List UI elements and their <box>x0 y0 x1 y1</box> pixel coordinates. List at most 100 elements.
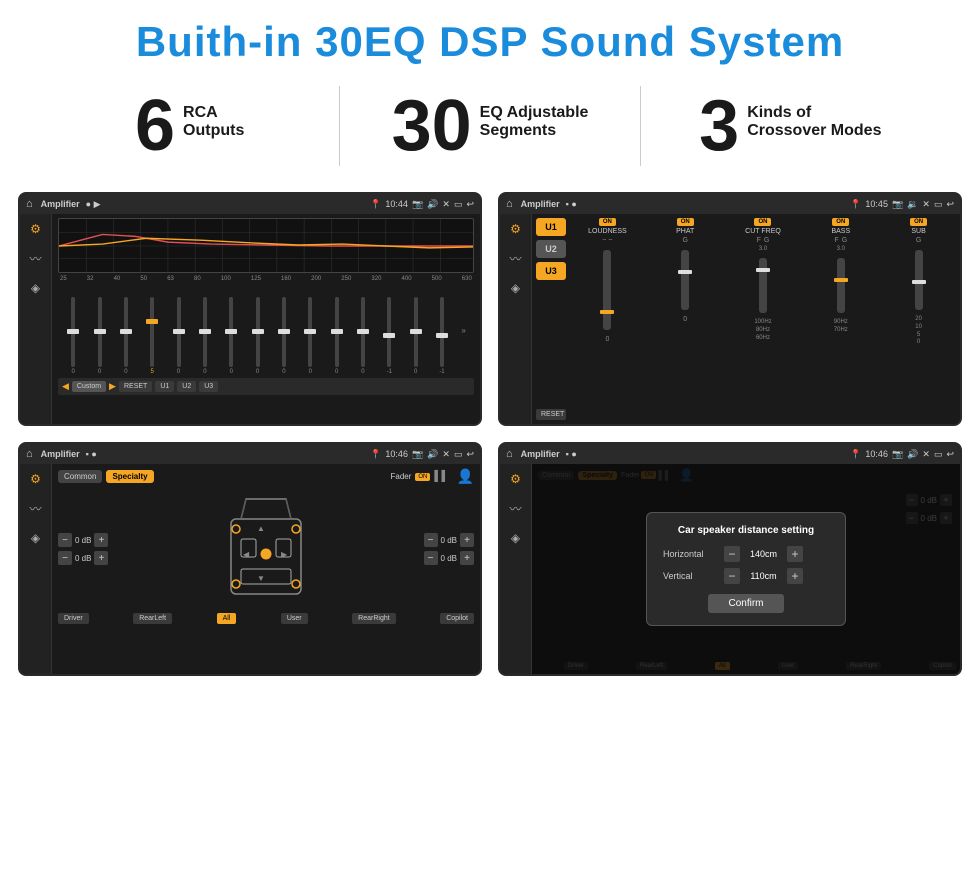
amp2-sidebar-icon-2[interactable]: 〰 <box>509 250 521 267</box>
bass-slider[interactable] <box>837 258 845 313</box>
back-icon-4[interactable]: ↩ <box>946 449 954 460</box>
window-icon-4[interactable]: ▭ <box>934 449 943 460</box>
slider-col-0[interactable]: 0 <box>66 297 80 375</box>
amp2-sidebar-icon-3[interactable]: ◈ <box>511 281 520 295</box>
u2-select-button[interactable]: U2 <box>536 240 566 258</box>
reset-button[interactable]: RESET <box>119 381 152 392</box>
cutfreq-on-badge[interactable]: ON <box>754 218 771 226</box>
topbar-4-time: 10:46 <box>865 449 888 459</box>
db-minus-tr[interactable]: − <box>424 533 438 547</box>
slider-col-3[interactable]: 5 <box>145 297 159 375</box>
bass-on-badge[interactable]: ON <box>832 218 849 226</box>
horizontal-minus-button[interactable]: − <box>724 546 740 562</box>
slider-col-6[interactable]: 0 <box>224 297 238 375</box>
loudness-on-badge[interactable]: ON <box>599 218 616 226</box>
dlg-sidebar-icon-3[interactable]: ◈ <box>511 531 520 545</box>
u1-button[interactable]: U1 <box>155 381 174 392</box>
sub-on-badge[interactable]: ON <box>910 218 927 226</box>
db-plus-tl[interactable]: + <box>94 533 108 547</box>
close-icon-3[interactable]: ✕ <box>442 449 450 460</box>
window-icon-2[interactable]: ▭ <box>934 199 943 210</box>
vertical-value: 110cm <box>746 571 781 581</box>
home-icon-2[interactable]: ⌂ <box>506 198 513 210</box>
horizontal-value: 140cm <box>746 549 781 559</box>
confirm-button[interactable]: Confirm <box>708 594 783 613</box>
phat-on-badge[interactable]: ON <box>677 218 694 226</box>
slider-col-5[interactable]: 0 <box>198 297 212 375</box>
loudness-slider[interactable] <box>603 250 611 330</box>
eq-sidebar-icon-2[interactable]: 〰 <box>29 250 41 267</box>
db-plus-bl[interactable]: + <box>94 551 108 565</box>
slider-col-10[interactable]: 0 <box>330 297 344 375</box>
screen-speaker: ⌂ Amplifier ▪ ● 📍 10:46 📷 🔊 ✕ ▭ ↩ ⚙ 〰 ◈ … <box>18 442 482 676</box>
freq-63: 63 <box>167 276 174 282</box>
close-icon[interactable]: ✕ <box>442 199 450 210</box>
slider-col-14[interactable]: -1 <box>435 297 449 375</box>
home-icon-3[interactable]: ⌂ <box>26 448 33 460</box>
db-ctrl-br: − 0 dB + <box>424 551 474 565</box>
back-icon-2[interactable]: ↩ <box>946 199 954 210</box>
custom-preset-button[interactable]: Custom <box>72 381 106 392</box>
spk-sidebar-icon-3[interactable]: ◈ <box>31 531 40 545</box>
eq-sidebar-icon-3[interactable]: ◈ <box>31 281 40 295</box>
db-plus-tr[interactable]: + <box>460 533 474 547</box>
amp2-reset-button[interactable]: RESET <box>536 409 566 420</box>
all-button[interactable]: All <box>217 613 237 624</box>
slider-col-4[interactable]: 0 <box>172 297 186 375</box>
close-icon-2[interactable]: ✕ <box>922 199 930 210</box>
slider-col-2[interactable]: 0 <box>119 297 133 375</box>
u3-button[interactable]: U3 <box>199 381 218 392</box>
home-icon-4[interactable]: ⌂ <box>506 448 513 460</box>
driver-button[interactable]: Driver <box>58 613 89 624</box>
sub-slider[interactable] <box>915 250 923 310</box>
slider-col-13[interactable]: 0 <box>409 297 423 375</box>
common-tab[interactable]: Common <box>58 470 102 483</box>
u2-button[interactable]: U2 <box>177 381 196 392</box>
freq-32: 32 <box>87 276 94 282</box>
copilot-button[interactable]: Copilot <box>440 613 474 624</box>
db-minus-br[interactable]: − <box>424 551 438 565</box>
dlg-screen-content: ⚙ 〰 ◈ Common Specialty Fader ON ▌▌ <box>500 464 960 674</box>
u3-select-button[interactable]: U3 <box>536 262 566 280</box>
rearleft-button[interactable]: RearLeft <box>133 613 172 624</box>
topbar-1-dots: ● ▶ <box>86 199 101 210</box>
spk-sidebar-icon-2[interactable]: 〰 <box>29 500 41 517</box>
slider-col-8[interactable]: 0 <box>277 297 291 375</box>
next-button[interactable]: ▶ <box>109 381 116 392</box>
close-icon-4[interactable]: ✕ <box>922 449 930 460</box>
dlg-sidebar-icon-1[interactable]: ⚙ <box>510 472 521 486</box>
db-plus-br[interactable]: + <box>460 551 474 565</box>
specialty-tab[interactable]: Specialty <box>106 470 153 483</box>
user-button[interactable]: User <box>281 613 308 624</box>
cutfreq-slider[interactable] <box>759 258 767 313</box>
window-icon[interactable]: ▭ <box>454 199 463 210</box>
fader-on-badge[interactable]: ON <box>415 473 430 481</box>
rearright-button[interactable]: RearRight <box>352 613 396 624</box>
sub-label: SUB <box>911 228 925 235</box>
dlg-sidebar-icon-2[interactable]: 〰 <box>509 500 521 517</box>
slider-col-1[interactable]: 0 <box>93 297 107 375</box>
db-minus-bl[interactable]: − <box>58 551 72 565</box>
eq-sidebar-icon-1[interactable]: ⚙ <box>30 222 41 236</box>
home-icon[interactable]: ⌂ <box>26 198 33 210</box>
amp2-sidebar-icon-1[interactable]: ⚙ <box>510 222 521 236</box>
topbar-1: ⌂ Amplifier ● ▶ 📍 10:44 📷 🔊 ✕ ▭ ↩ <box>20 194 480 214</box>
camera-icon-3: 📷 <box>412 449 423 460</box>
window-icon-3[interactable]: ▭ <box>454 449 463 460</box>
prev-button[interactable]: ◀ <box>62 381 69 392</box>
vertical-plus-button[interactable]: + <box>787 568 803 584</box>
db-minus-tl[interactable]: − <box>58 533 72 547</box>
horizontal-plus-button[interactable]: + <box>787 546 803 562</box>
back-icon-3[interactable]: ↩ <box>466 449 474 460</box>
u1-select-button[interactable]: U1 <box>536 218 566 236</box>
phat-slider[interactable] <box>681 250 689 310</box>
slider-col-7[interactable]: 0 <box>251 297 265 375</box>
slider-col-12[interactable]: -1 <box>382 297 396 375</box>
spk-sidebar-icon-1[interactable]: ⚙ <box>30 472 41 486</box>
stat-rca-number: 6 <box>135 90 175 162</box>
phat-channel: ON PHAT G 0 <box>648 218 723 420</box>
slider-col-9[interactable]: 0 <box>303 297 317 375</box>
vertical-minus-button[interactable]: − <box>724 568 740 584</box>
back-icon[interactable]: ↩ <box>466 199 474 210</box>
slider-col-11[interactable]: 0 <box>356 297 370 375</box>
